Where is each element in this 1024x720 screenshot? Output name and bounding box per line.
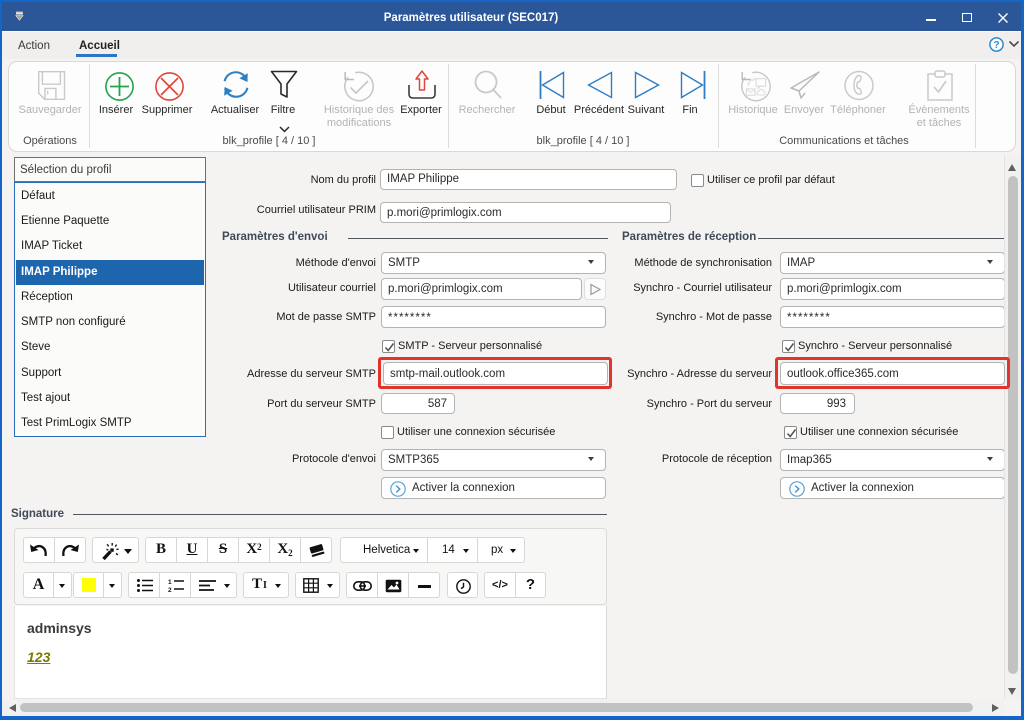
svg-text:1: 1 <box>168 579 172 586</box>
svg-text:?: ? <box>993 40 999 51</box>
svg-text:2: 2 <box>168 587 172 593</box>
